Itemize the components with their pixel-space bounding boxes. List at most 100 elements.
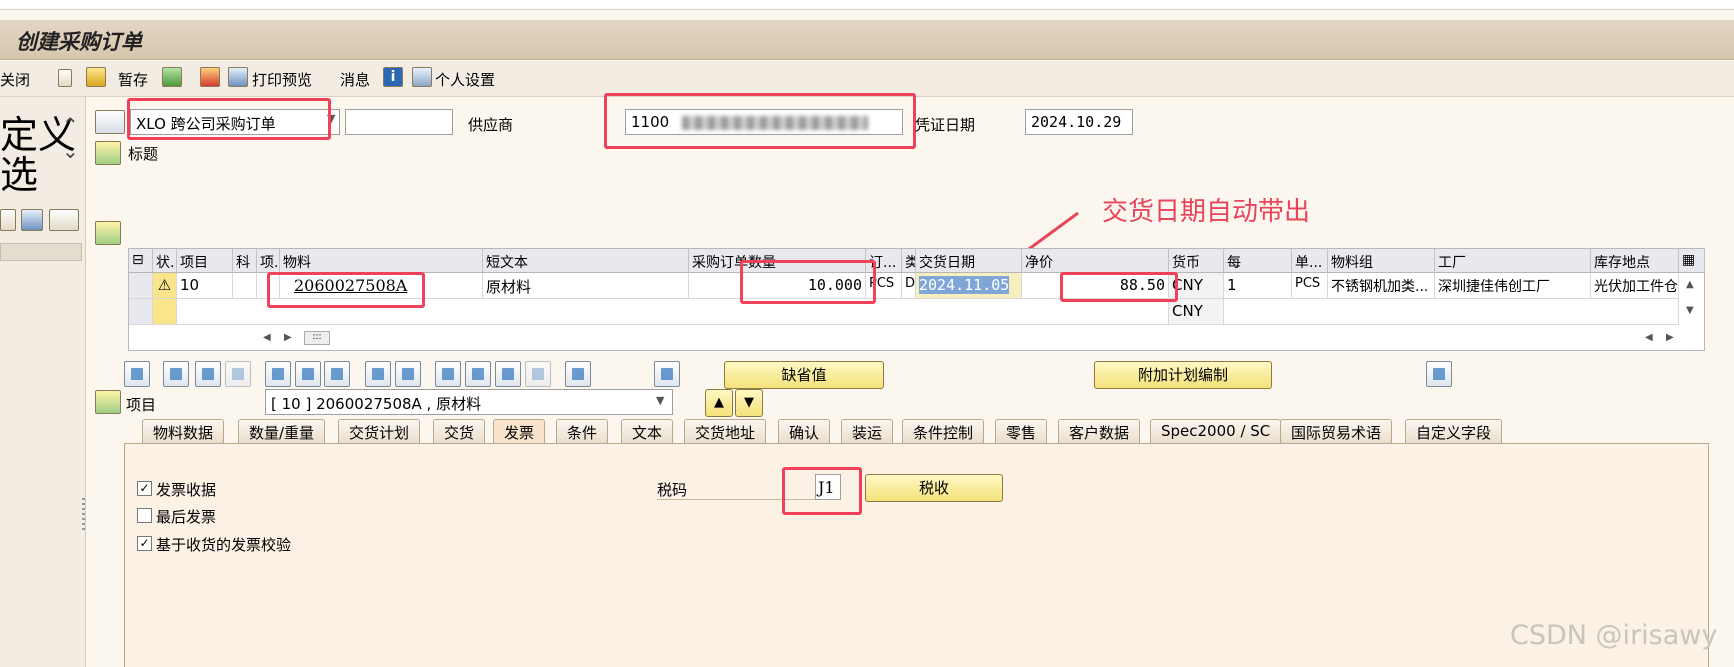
cell-plant[interactable]: 深圳捷佳伟创工厂 <box>1435 273 1591 299</box>
tab-material-data[interactable]: 物料数据 <box>142 419 225 443</box>
col-currency[interactable]: 货币 <box>1169 249 1224 273</box>
empty-row-cells[interactable] <box>1224 299 1679 325</box>
tab-conditions[interactable]: 条件 <box>556 419 609 443</box>
expand-item-detail-icon[interactable] <box>95 390 121 414</box>
messages-button[interactable]: 消息 <box>340 69 370 90</box>
cell-account[interactable] <box>233 273 257 299</box>
rebuild-button[interactable] <box>654 361 680 387</box>
cell-item[interactable]: 10 <box>177 273 233 299</box>
details-button[interactable] <box>124 361 150 387</box>
expand-header-icon[interactable] <box>95 141 121 165</box>
layout-icon[interactable] <box>49 209 79 231</box>
personal-settings-button[interactable]: 个人设置 <box>435 69 495 90</box>
cell-date-cat[interactable]: D <box>902 273 916 299</box>
new-document-icon[interactable] <box>58 69 72 87</box>
copy-button[interactable] <box>365 361 391 387</box>
cell-short-text[interactable]: 原材料 <box>483 273 689 299</box>
hold-button[interactable]: 暂存 <box>118 69 148 90</box>
cell-price-unit[interactable]: PCS <box>1292 273 1328 299</box>
col-delivery-date[interactable]: 交货日期 <box>916 249 1022 273</box>
other-order-icon[interactable] <box>86 67 106 87</box>
unlock-button[interactable] <box>324 361 350 387</box>
tab-quantity-weight[interactable]: 数量/重量 <box>238 419 326 443</box>
deselect-all-button[interactable] <box>195 361 221 387</box>
tab-incoterms[interactable]: 国际贸易术语 <box>1280 419 1393 443</box>
additional-planning-button[interactable]: 附加计划编制 <box>1094 361 1272 389</box>
tab-custom-fields[interactable]: 自定义字段 <box>1405 419 1503 443</box>
tab-confirmations[interactable]: 确认 <box>778 419 831 443</box>
default-values-button[interactable]: 缺省值 <box>724 361 884 389</box>
tax-button[interactable]: 税收 <box>865 474 1003 502</box>
col-plant[interactable]: 工厂 <box>1435 249 1591 273</box>
scroll-right-icon[interactable]: ▶ <box>284 332 292 343</box>
warning-icon[interactable]: ⚠ <box>153 273 177 299</box>
next-item-button[interactable]: ▼ <box>735 389 763 417</box>
print-preview-icon[interactable] <box>228 67 248 87</box>
select-block-button[interactable] <box>225 361 251 387</box>
gr-based-iv-checkbox[interactable]: ✓ <box>137 536 152 551</box>
tab-delivery[interactable]: 交货 <box>433 419 486 443</box>
tab-spec2000[interactable]: Spec2000 / SC <box>1150 419 1282 443</box>
delete-filter-button[interactable] <box>525 361 551 387</box>
col-account[interactable]: 科 <box>233 249 257 273</box>
print-preview-button[interactable]: 打印预览 <box>252 69 312 90</box>
scroll-down-icon[interactable]: ▼ <box>1686 305 1694 316</box>
tab-customer-data[interactable]: 客户数据 <box>1058 419 1141 443</box>
col-status[interactable]: 状. <box>153 249 177 273</box>
expand-items-icon[interactable] <box>95 221 121 245</box>
col-material-group[interactable]: 物料组 <box>1328 249 1435 273</box>
document-date-field[interactable]: 2024.10.29 <box>1025 109 1133 135</box>
filter-button[interactable] <box>495 361 521 387</box>
scroll-right-icon-right[interactable]: ▶ <box>1666 332 1674 343</box>
cell-delivery-date[interactable]: 2024.11.05 <box>919 276 1010 294</box>
previous-item-button[interactable]: ▲ <box>705 389 733 417</box>
scroll-up-icon[interactable]: ▲ <box>1686 279 1694 290</box>
tab-delivery-address[interactable]: 交货地址 <box>684 419 767 443</box>
col-net-price[interactable]: 净价 <box>1022 249 1169 273</box>
export-button[interactable] <box>565 361 591 387</box>
tab-delivery-schedule[interactable]: 交货计划 <box>338 419 421 443</box>
tab-condition-control[interactable]: 条件控制 <box>902 419 985 443</box>
row-selector[interactable] <box>129 299 153 325</box>
item-select-arrow-icon[interactable]: ▼ <box>656 394 664 407</box>
cell-delivery-date-wrap[interactable]: 2024.11.05 <box>916 273 1022 299</box>
cell-currency[interactable]: CNY <box>1169 299 1224 325</box>
col-short-text[interactable]: 短文本 <box>483 249 689 273</box>
copy-details-button[interactable] <box>395 361 421 387</box>
gr-invoice-checkbox[interactable]: ✓ <box>137 481 152 496</box>
col-item-cat[interactable]: 项. <box>257 249 280 273</box>
col-price-unit[interactable]: 单... <box>1292 249 1328 273</box>
chevron-down-icon[interactable]: ⌄ <box>62 139 79 163</box>
row-selector[interactable] <box>129 273 153 299</box>
sort-descending-button[interactable] <box>465 361 491 387</box>
status-cell[interactable] <box>153 299 177 325</box>
cell-per[interactable]: 1 <box>1224 273 1292 299</box>
splitter-handle[interactable] <box>82 498 85 532</box>
lock-button[interactable] <box>295 361 321 387</box>
final-invoice-checkbox[interactable] <box>137 508 152 523</box>
scroll-left-icon[interactable]: ◀ <box>263 332 271 343</box>
personal-settings-icon[interactable] <box>412 67 432 87</box>
overview-refresh-icon[interactable] <box>0 209 16 231</box>
tab-texts[interactable]: 文本 <box>621 419 674 443</box>
purchase-order-number-field[interactable] <box>345 109 453 135</box>
horizontal-scrollbar-thumb[interactable]: ::: <box>304 331 330 345</box>
table-settings-icon[interactable]: ⊟ <box>129 249 153 273</box>
tab-shipping[interactable]: 装运 <box>841 419 894 443</box>
col-storage-location[interactable]: 库存地点 <box>1591 249 1679 273</box>
sort-ascending-button[interactable] <box>435 361 461 387</box>
delete-button[interactable] <box>265 361 291 387</box>
chevron-up-icon[interactable]: ⌃ <box>62 113 79 137</box>
tab-invoice[interactable]: 发票 <box>493 419 546 443</box>
check-icon[interactable] <box>162 67 182 87</box>
item-select[interactable]: [ 10 ] 2060027508A , 原材料 <box>265 389 673 415</box>
col-per[interactable]: 每 <box>1224 249 1292 273</box>
shopping-cart-icon[interactable] <box>95 110 125 134</box>
select-all-button[interactable] <box>163 361 189 387</box>
find-icon[interactable] <box>21 209 43 231</box>
scroll-left-icon-right[interactable]: ◀ <box>1645 332 1653 343</box>
print-icon[interactable] <box>200 67 220 87</box>
conditions-button[interactable] <box>1426 361 1452 387</box>
close-button[interactable]: 关闭 <box>0 69 30 90</box>
col-material[interactable]: 物料 <box>280 249 483 273</box>
